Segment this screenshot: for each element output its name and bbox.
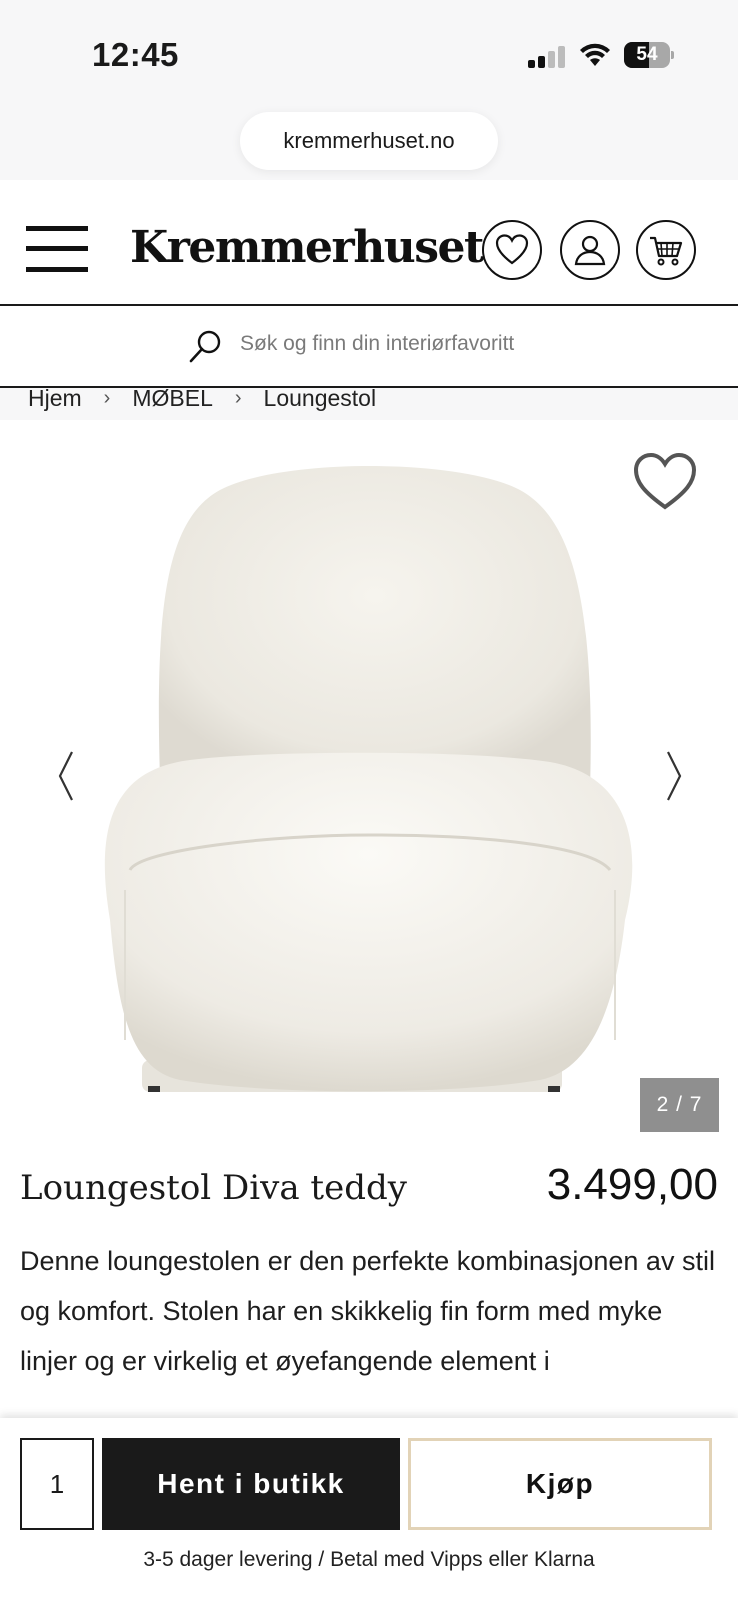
cart-icon xyxy=(650,236,683,266)
quantity-input[interactable] xyxy=(20,1438,94,1530)
menu-icon[interactable] xyxy=(26,226,88,272)
search-icon[interactable] xyxy=(188,328,224,364)
breadcrumb-item-home[interactable]: Hjem xyxy=(28,385,82,412)
chevron-left-icon[interactable] xyxy=(54,748,78,804)
buy-button[interactable]: Kjøp xyxy=(408,1438,712,1530)
image-counter: 2 / 7 xyxy=(640,1078,719,1132)
product-gallery[interactable]: 2 / 7 xyxy=(0,420,738,1140)
signal-icon xyxy=(528,46,568,68)
product-image xyxy=(104,466,633,1092)
chevron-right-icon[interactable] xyxy=(662,748,686,804)
product-info: Loungestol Diva teddy 3.499,00 Denne lou… xyxy=(0,1140,738,1420)
breadcrumb: Hjem › MØBEL › Loungestol xyxy=(28,383,376,413)
product-price: 3.499,00 xyxy=(546,1160,718,1209)
pickup-in-store-button[interactable]: Hent i butikk xyxy=(102,1438,400,1530)
browser-bar: kremmerhuset.no xyxy=(0,100,738,180)
site-logo[interactable]: Kremmerhuset xyxy=(130,222,484,273)
status-bar: 12:45 54 xyxy=(0,0,738,100)
breadcrumb-separator: › xyxy=(234,386,242,409)
user-icon xyxy=(574,235,606,266)
heart-icon xyxy=(495,234,529,265)
breadcrumb-item-loungestol[interactable]: Loungestol xyxy=(264,385,377,412)
search-input[interactable] xyxy=(240,324,660,364)
status-time: 12:45 xyxy=(92,36,179,73)
product-description: Denne loungestolen er den perfekte kombi… xyxy=(20,1246,715,1376)
battery-percent: 54 xyxy=(636,44,658,65)
account-button[interactable] xyxy=(560,220,620,280)
cart-button[interactable] xyxy=(636,220,696,280)
breadcrumb-item-mobel[interactable]: MØBEL xyxy=(132,385,213,412)
site-header: Kremmerhuset xyxy=(0,180,738,306)
favorite-icon[interactable] xyxy=(632,452,698,512)
breadcrumb-separator: › xyxy=(103,386,111,409)
battery-icon: 54 xyxy=(624,42,674,68)
wishlist-button[interactable] xyxy=(482,220,542,280)
url-field[interactable]: kremmerhuset.no xyxy=(240,112,498,170)
delivery-note: 3-5 dager levering / Betal med Vipps ell… xyxy=(143,1548,595,1571)
wifi-icon xyxy=(580,43,610,66)
purchase-bar: Hent i butikk Kjøp 3-5 dager levering / … xyxy=(0,1418,738,1600)
search-bar xyxy=(0,306,738,388)
product-title: Loungestol Diva teddy xyxy=(20,1168,407,1208)
url-text: kremmerhuset.no xyxy=(283,128,455,153)
